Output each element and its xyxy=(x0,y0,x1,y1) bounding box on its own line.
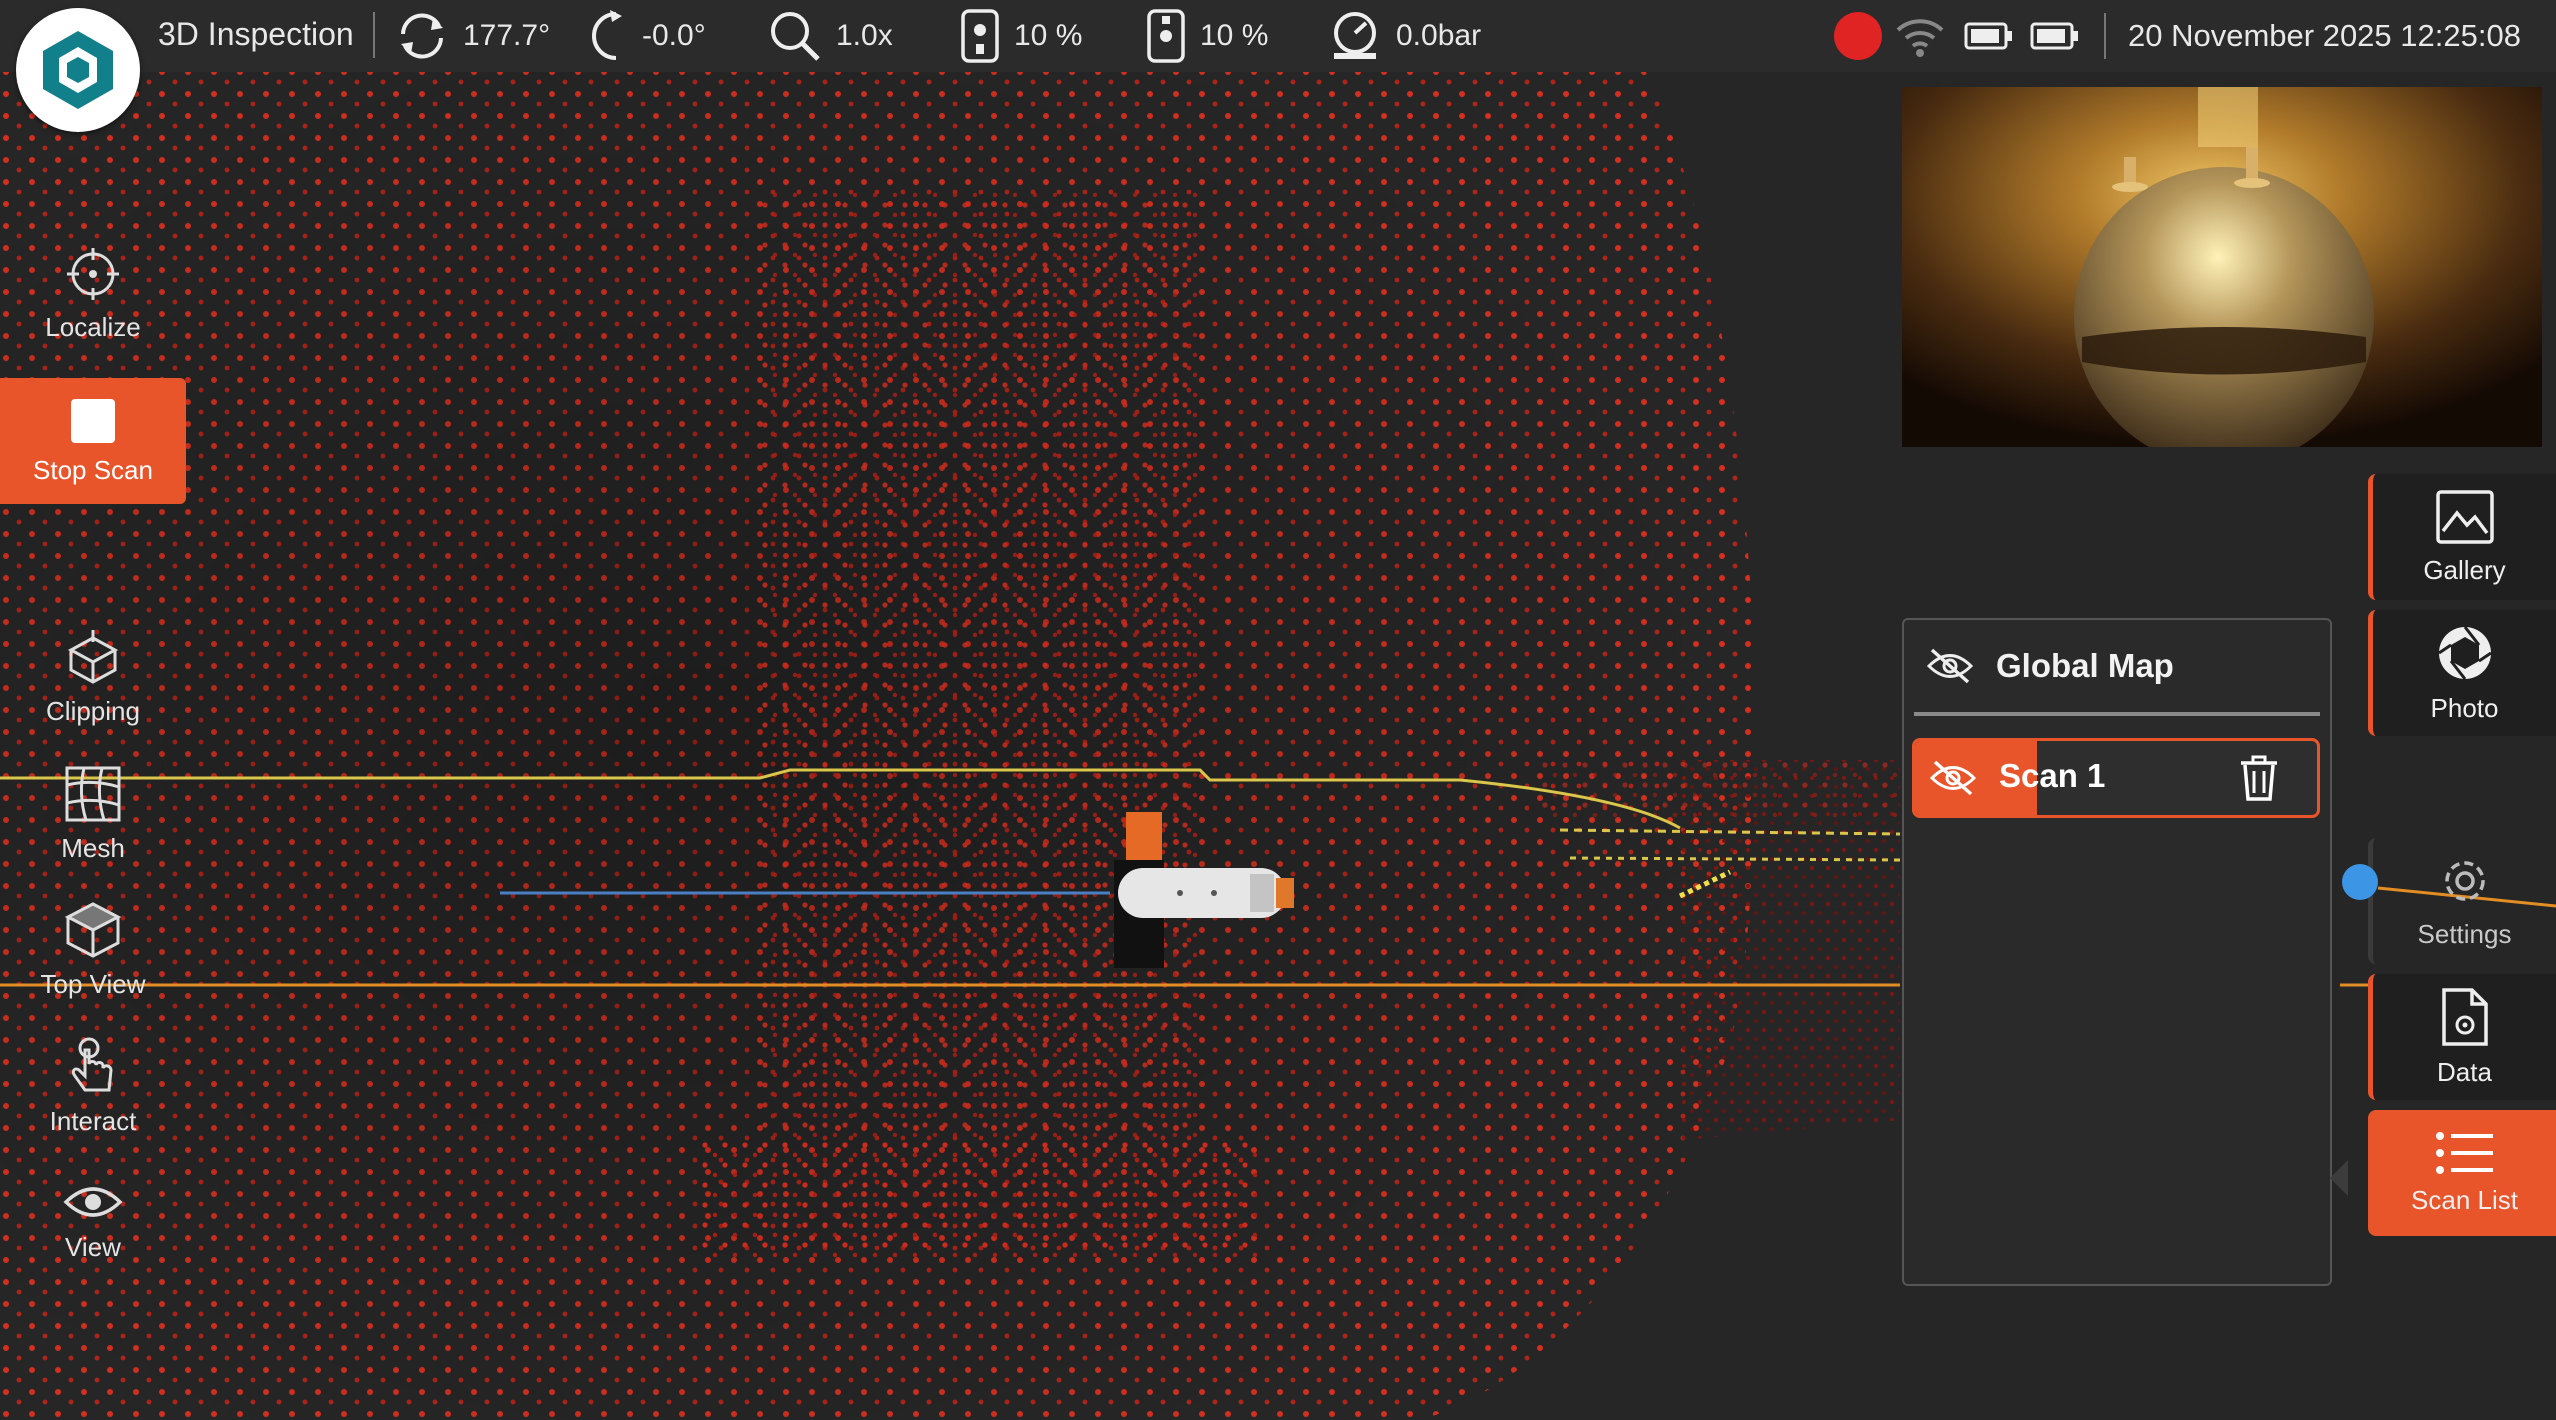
scan-list-panel: Global Map Scan 1 xyxy=(1902,618,2332,1286)
pipe-camera-image xyxy=(1902,87,2542,447)
front-light-value: 10 % xyxy=(1014,19,1083,52)
gallery-button[interactable]: Gallery xyxy=(2368,474,2556,600)
global-map-label: Global Map xyxy=(1996,647,2174,684)
stop-scan-label: Stop Scan xyxy=(33,454,153,485)
top-view-label: Top View xyxy=(40,968,146,999)
gallery-label: Gallery xyxy=(2423,554,2506,585)
magnifier-icon xyxy=(771,12,820,61)
rotate-icon xyxy=(401,13,443,59)
clipping-label: Clipping xyxy=(46,695,140,726)
front-light-readout: 10 % xyxy=(960,8,1082,64)
panel-pointer xyxy=(2330,1160,2348,1196)
localize-label: Localize xyxy=(45,311,141,342)
settings-button[interactable]: Settings xyxy=(2368,838,2556,964)
rotation-readout: 177.7° xyxy=(395,8,550,64)
scan-name: Scan 1 xyxy=(1999,757,2106,794)
cube-icon xyxy=(64,901,122,958)
zoom-value: 1.0x xyxy=(836,19,893,52)
eye-slash-icon[interactable] xyxy=(1929,759,1977,797)
stop-scan-button[interactable]: Stop Scan xyxy=(0,378,186,504)
app-title: 3D Inspection xyxy=(158,16,354,52)
rear-light-icon xyxy=(1147,9,1185,63)
pressure-readout: 0.0bar xyxy=(1328,8,1481,64)
eye-icon xyxy=(63,1186,123,1217)
data-file-icon xyxy=(2441,987,2488,1046)
rotation-value: 177.7° xyxy=(463,19,551,52)
divider xyxy=(2104,13,2106,59)
slider-handle[interactable] xyxy=(2342,864,2378,900)
data-label: Data xyxy=(2437,1056,2492,1087)
status-bar: 3D Inspection 177.7° -0.0° 1.0x 10 % 10 … xyxy=(0,0,2556,72)
datetime: 20 November 2025 12:25:08 xyxy=(2128,18,2521,53)
photo-button[interactable]: Photo xyxy=(2368,610,2556,736)
pressure-value: 0.0bar xyxy=(1396,19,1482,52)
recording-indicator xyxy=(1834,12,1882,60)
battery-icon xyxy=(2030,22,2078,50)
divider xyxy=(373,12,375,58)
clipping-cube-icon xyxy=(67,629,119,684)
interact-button[interactable]: Interact xyxy=(0,1022,186,1150)
top-view-button[interactable]: Top View xyxy=(0,886,186,1014)
scan-list-label: Scan List xyxy=(2411,1184,2518,1215)
clipping-button[interactable]: Clipping xyxy=(0,614,186,742)
tilt-icon xyxy=(592,10,622,60)
zoom-readout: 1.0x xyxy=(768,8,893,64)
stop-icon xyxy=(71,398,115,443)
data-button[interactable]: Data xyxy=(2368,974,2556,1100)
pressure-gauge-icon xyxy=(1334,12,1376,59)
eye-slash-icon[interactable] xyxy=(1926,647,1974,685)
tilt-value: -0.0° xyxy=(642,19,706,52)
app-logo[interactable] xyxy=(16,8,140,132)
front-light-icon xyxy=(961,9,999,63)
localize-button[interactable]: Localize xyxy=(0,230,186,358)
view-button[interactable]: View xyxy=(0,1158,186,1286)
settings-label: Settings xyxy=(2417,918,2512,949)
mesh-label: Mesh xyxy=(61,832,125,863)
divider xyxy=(1914,712,2320,716)
hand-pointer-icon xyxy=(71,1037,113,1091)
gear-icon xyxy=(2444,860,2485,901)
rear-light-value: 10 % xyxy=(1200,19,1269,52)
gallery-icon xyxy=(2435,489,2494,544)
battery-icon xyxy=(1964,22,2012,50)
crosshair-icon xyxy=(67,247,119,300)
system-indicators: 20 November 2025 12:25:08 xyxy=(1834,8,2521,64)
list-icon xyxy=(2435,1131,2493,1174)
global-map-row[interactable]: Global Map xyxy=(1904,620,2330,712)
mesh-icon xyxy=(65,766,121,821)
photo-label: Photo xyxy=(2430,692,2499,723)
camera-preview[interactable] xyxy=(1902,87,2542,447)
scan-list-item[interactable]: Scan 1 xyxy=(1912,738,2320,818)
interact-label: Interact xyxy=(49,1105,137,1136)
trash-icon[interactable] xyxy=(2237,755,2281,803)
tilt-readout: -0.0° xyxy=(588,8,706,64)
camera-aperture-icon xyxy=(2437,625,2492,680)
logo-icon xyxy=(43,31,113,109)
view-label: View xyxy=(65,1231,121,1262)
wifi-icon xyxy=(1896,19,1944,57)
mesh-button[interactable]: Mesh xyxy=(0,750,186,878)
scan-list-button[interactable]: Scan List xyxy=(2368,1110,2556,1236)
rear-light-readout: 10 % xyxy=(1146,8,1268,64)
